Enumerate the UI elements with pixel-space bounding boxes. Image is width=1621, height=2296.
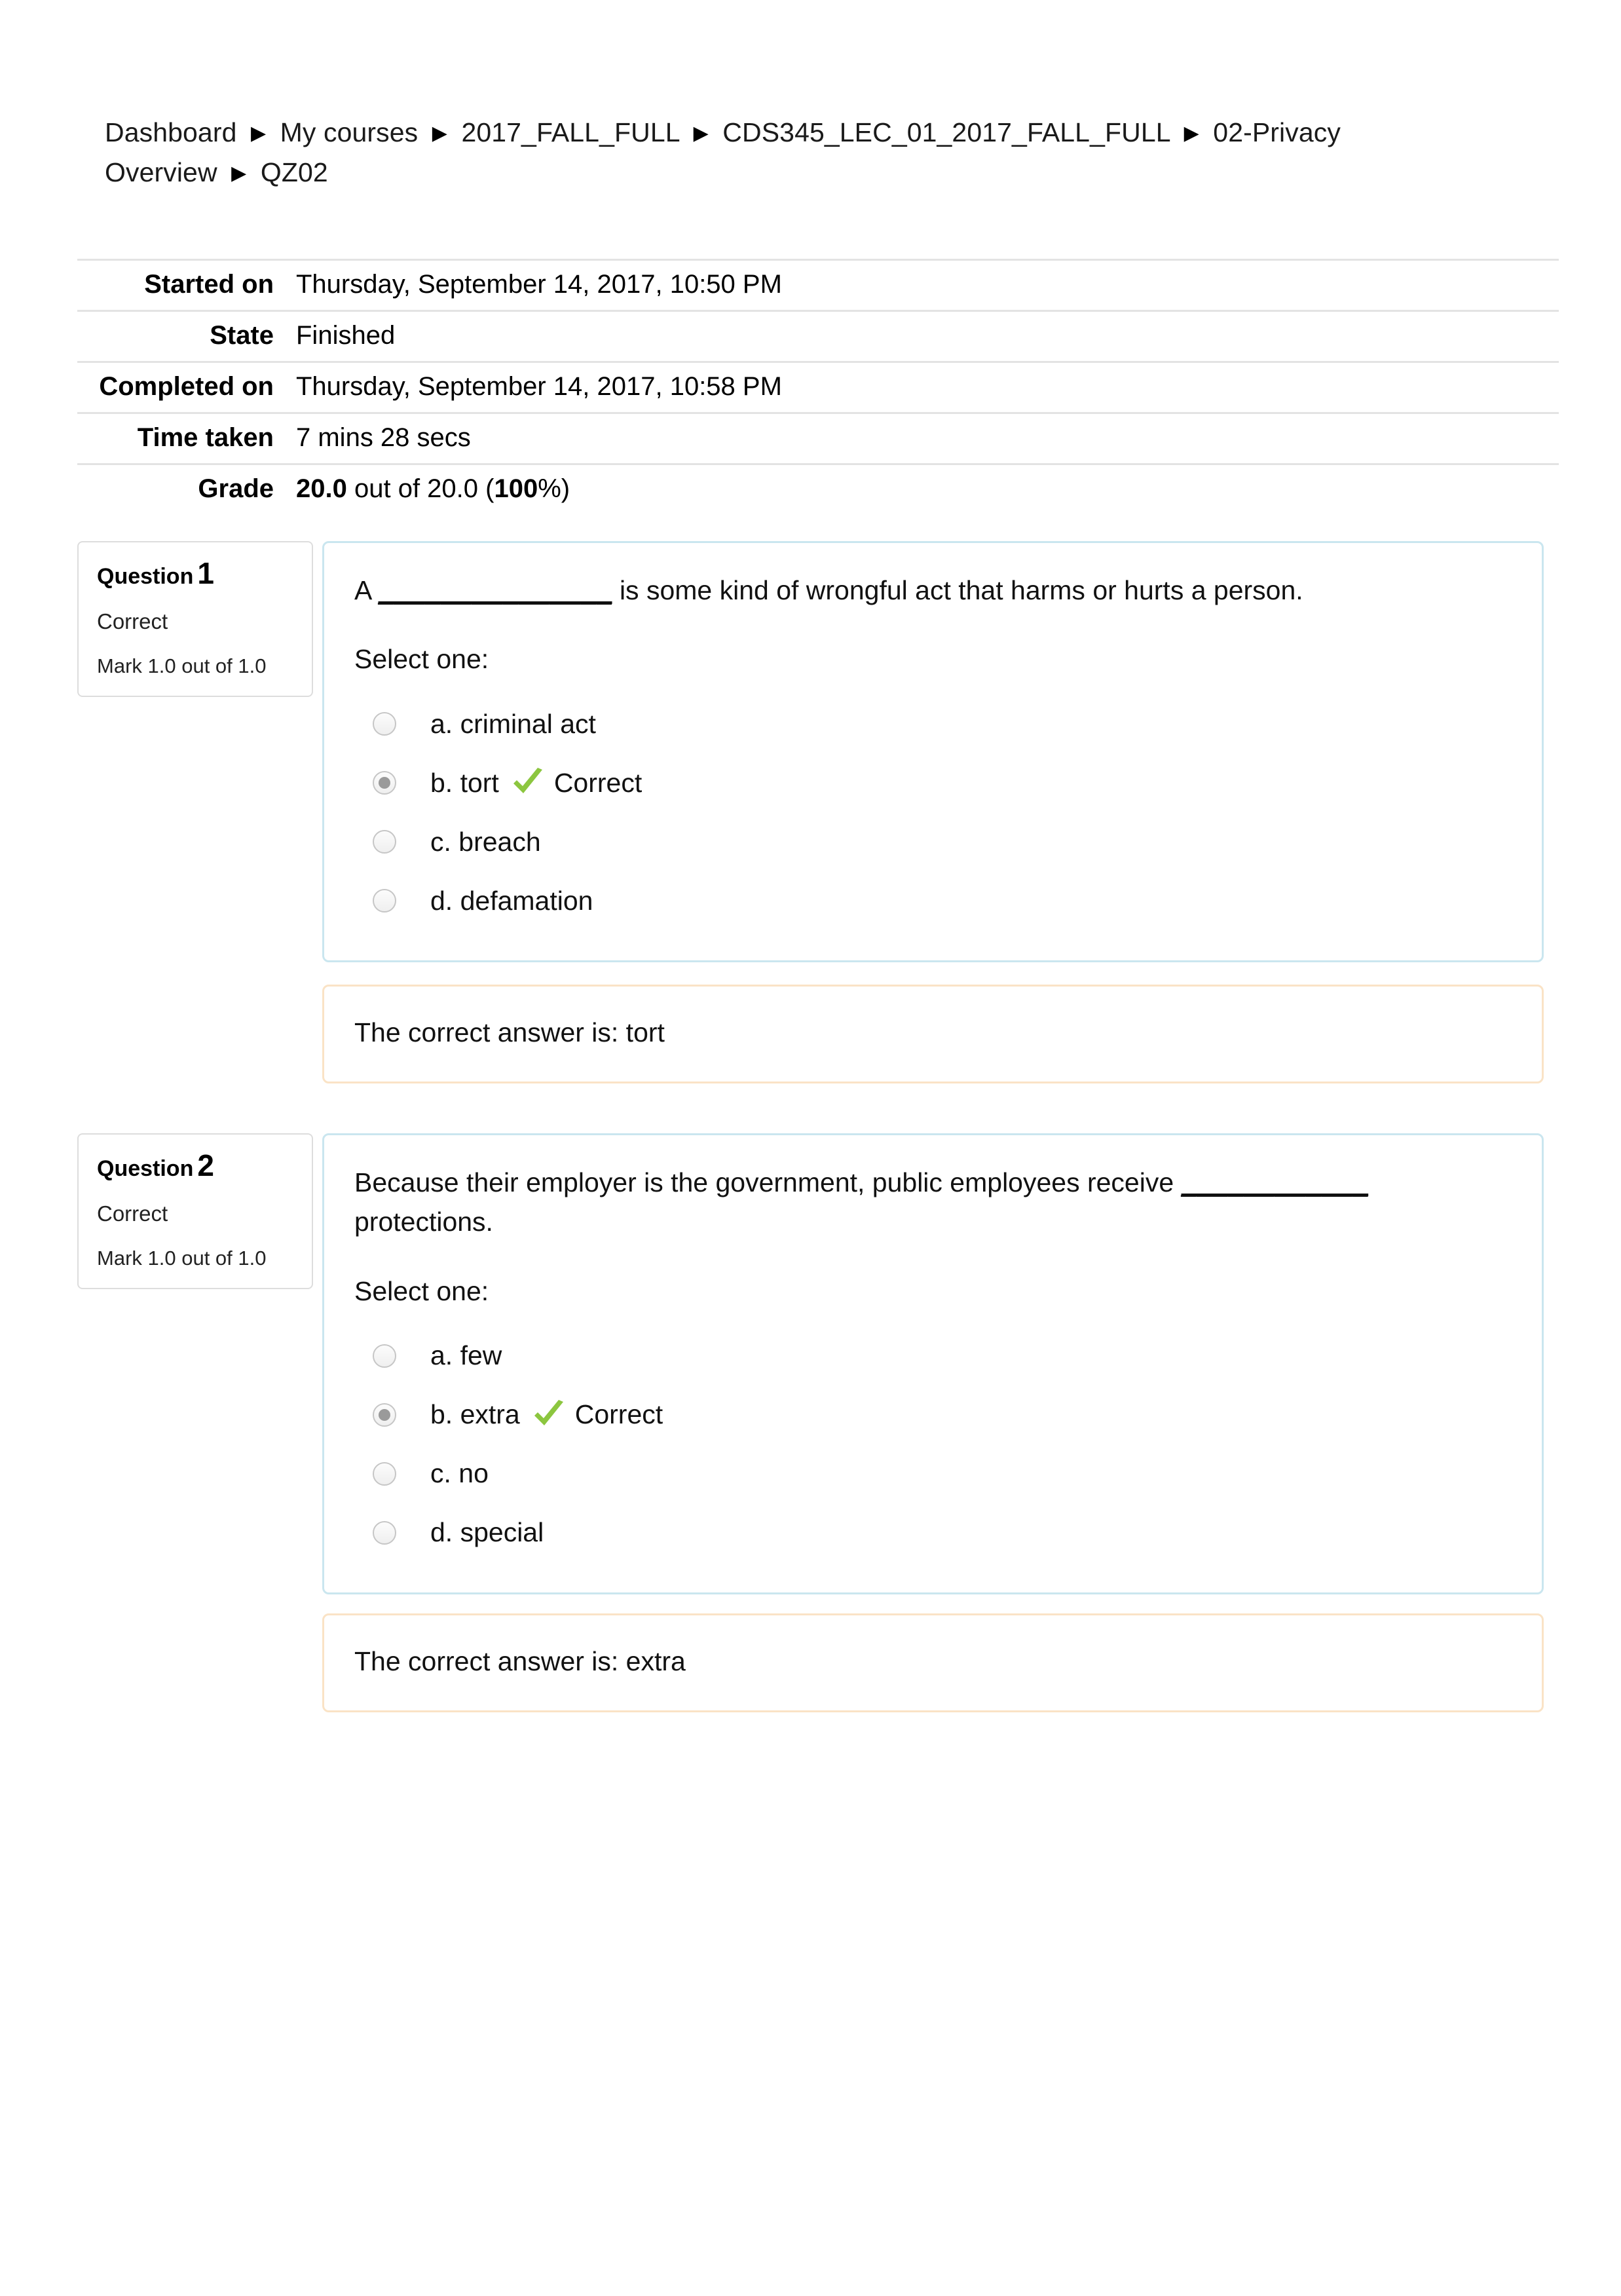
breadcrumb-item-quiz[interactable]: QZ02 [261, 157, 328, 187]
radio-button-1c[interactable] [373, 830, 396, 854]
answer-option-1b[interactable]: b. tort Correct [354, 753, 1512, 812]
breadcrumb-separator-1: ▶ [250, 122, 267, 144]
question-number-value-1: 1 [197, 556, 214, 590]
answer-label-1d: d. defamation [430, 885, 593, 916]
feedback-box-2: The correct answer is: extra [322, 1613, 1544, 1713]
breadcrumb-separator-5: ▶ [231, 162, 247, 184]
answer-label-1a: a. criminal act [430, 708, 596, 739]
question-state-1: Correct [97, 609, 168, 633]
summary-label-time-taken: Time taken [137, 423, 274, 452]
answer-label-1c: c. breach [430, 826, 541, 857]
question-blank-2: ____________ [1181, 1167, 1369, 1197]
question-number-heading-2: Question 2 [97, 1150, 293, 1180]
table-row-grade: Grade 20.0 out of 20.0 (100%) [77, 464, 1559, 515]
feedback-box-1: The correct answer is: tort [322, 985, 1544, 1084]
check-icon [532, 1399, 566, 1430]
grade-score: 20.0 [296, 474, 347, 503]
breadcrumb-separator-2: ▶ [432, 122, 447, 144]
answer-label-2c: c. no [430, 1458, 489, 1489]
answer-label-2d: d. special [430, 1517, 544, 1548]
radio-button-1d[interactable] [373, 889, 396, 913]
summary-label-completed-on: Completed on [99, 372, 274, 401]
select-one-label-2: Select one: [354, 1275, 489, 1306]
breadcrumb-separator-4: ▶ [1183, 122, 1199, 144]
breadcrumb-item-my-courses[interactable]: My courses [280, 117, 419, 147]
summary-value-state: Finished [296, 321, 396, 350]
question-text-after-1: is some kind of wrongful act that harms … [619, 575, 1303, 605]
question-mark-1: Mark 1.0 out of 1.0 [97, 654, 267, 677]
question-text-1: A _______________ is some kind of wrongf… [354, 571, 1512, 610]
correct-answer-text-1: The correct answer is: tort [354, 1017, 665, 1047]
breadcrumb-item-dashboard[interactable]: Dashboard [105, 117, 236, 147]
answer-label-1b: b. tort [430, 767, 499, 798]
summary-value-completed-on: Thursday, September 14, 2017, 10:58 PM [296, 372, 782, 401]
answer-list-2: a. few b. extra Correct c. no d. special [354, 1327, 1512, 1562]
table-row-state: State Finished [77, 311, 1559, 362]
radio-button-2b[interactable] [373, 1402, 396, 1427]
radio-button-2a[interactable] [373, 1344, 396, 1368]
table-row-started-on: Started on Thursday, September 14, 2017,… [77, 259, 1559, 311]
summary-value-started-on: Thursday, September 14, 2017, 10:50 PM [296, 270, 782, 299]
answer-label-2b: b. extra [430, 1399, 520, 1430]
summary-label-started-on: Started on [144, 270, 274, 299]
breadcrumb-separator-3: ▶ [693, 122, 709, 144]
answer-verdict-2b: Correct [574, 1399, 663, 1430]
check-icon [511, 768, 545, 798]
attempt-summary-table: Started on Thursday, September 14, 2017,… [77, 259, 1559, 514]
question-text-before-2: Because their employer is the government… [354, 1167, 1174, 1197]
answer-option-1c[interactable]: c. breach [354, 812, 1512, 871]
table-row-time-taken: Time taken 7 mins 28 secs [77, 413, 1559, 464]
answer-list-1: a. criminal act b. tort Correct c. breac… [354, 694, 1512, 930]
correct-answer-text-2: The correct answer is: extra [354, 1646, 686, 1676]
question-mark-2: Mark 1.0 out of 1.0 [97, 1247, 267, 1270]
question-info-panel-2: Question 2 Correct Mark 1.0 out of 1.0 [77, 1133, 313, 1289]
question-state-2: Correct [97, 1201, 168, 1226]
summary-value-time-taken: 7 mins 28 secs [296, 423, 471, 452]
question-body-2: Because their employer is the government… [322, 1133, 1544, 1594]
radio-button-1a[interactable] [373, 712, 396, 736]
question-number-value-2: 2 [197, 1148, 214, 1182]
question-text-2: Because their employer is the government… [354, 1163, 1512, 1242]
question-body-1: A _______________ is some kind of wrongf… [322, 541, 1544, 963]
breadcrumb-item-term[interactable]: 2017_FALL_FULL [461, 117, 679, 147]
question-number-label-1: Question [97, 564, 194, 589]
answer-option-1a[interactable]: a. criminal act [354, 694, 1512, 753]
breadcrumb: Dashboard ▶ My courses ▶ 2017_FALL_FULL … [105, 113, 1415, 192]
breadcrumb-item-course[interactable]: CDS345_LEC_01_2017_FALL_FULL [722, 117, 1170, 147]
summary-value-grade: 20.0 out of 20.0 (100%) [296, 464, 1559, 515]
radio-button-1b[interactable] [373, 771, 396, 795]
grade-middle: out of 20.0 ( [346, 474, 494, 503]
question-info-panel-1: Question 1 Correct Mark 1.0 out of 1.0 [77, 541, 313, 697]
radio-button-2c[interactable] [373, 1461, 396, 1486]
answer-option-2a[interactable]: a. few [354, 1327, 1512, 1385]
question-blank-1: _______________ [378, 575, 612, 605]
answer-option-2d[interactable]: d. special [354, 1503, 1512, 1562]
summary-label-state: State [210, 321, 274, 350]
answer-option-1d[interactable]: d. defamation [354, 871, 1512, 930]
answer-option-2c[interactable]: c. no [354, 1444, 1512, 1503]
table-row-completed-on: Completed on Thursday, September 14, 201… [77, 362, 1559, 413]
radio-button-2d[interactable] [373, 1520, 396, 1545]
grade-suffix: %) [538, 474, 570, 503]
question-number-label-2: Question [97, 1156, 194, 1181]
question-text-after-2: protections. [354, 1207, 493, 1237]
question-number-heading-1: Question 1 [97, 558, 293, 588]
answer-verdict-1b: Correct [553, 767, 643, 798]
answer-option-2b[interactable]: b. extra Correct [354, 1385, 1512, 1444]
grade-percent: 100 [494, 474, 538, 503]
summary-label-grade: Grade [198, 474, 274, 503]
select-one-label-1: Select one: [354, 644, 489, 675]
answer-label-2a: a. few [430, 1340, 502, 1371]
question-text-before-1: A [354, 575, 371, 605]
